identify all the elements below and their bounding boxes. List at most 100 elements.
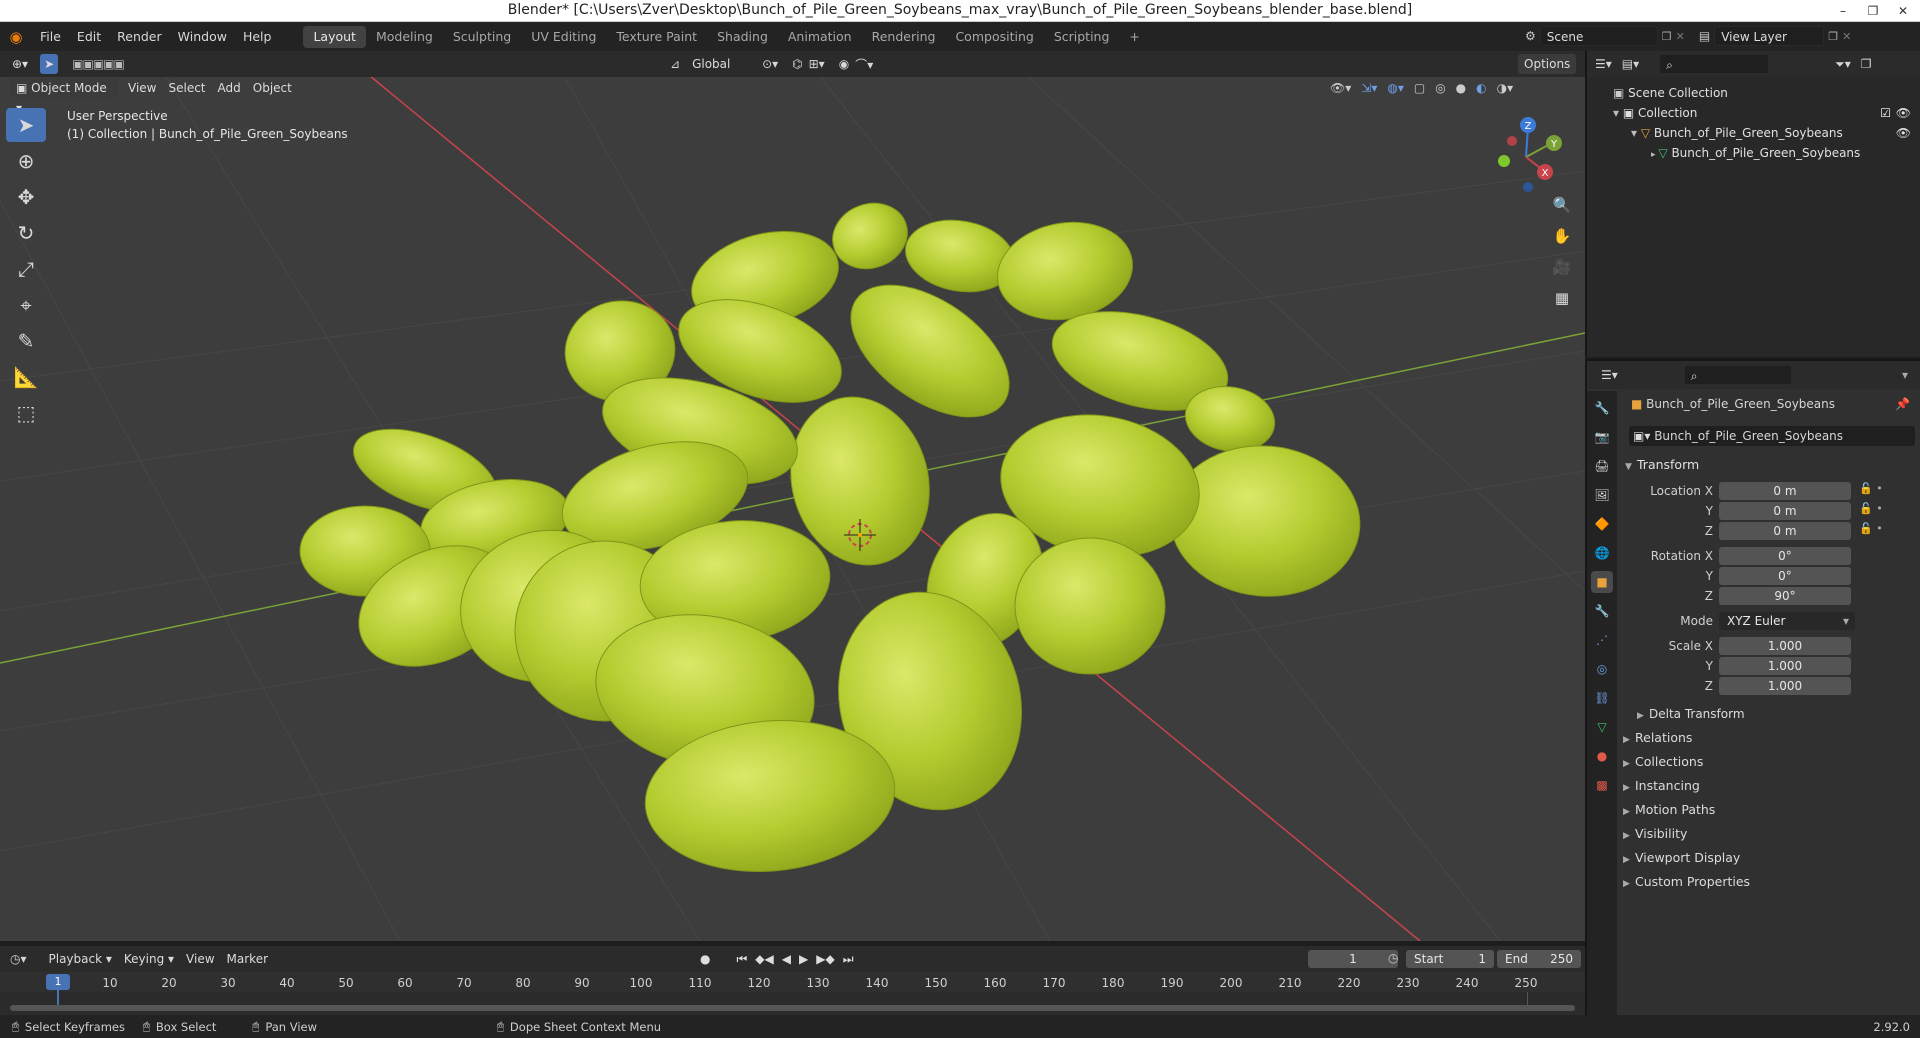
tool-tab-icon[interactable]: 🔧 bbox=[1591, 397, 1613, 419]
editor-type-icon[interactable]: ⊕▾ bbox=[6, 54, 34, 74]
output-tab-icon[interactable]: 🖨 bbox=[1591, 455, 1613, 477]
menu-object[interactable]: Object bbox=[247, 78, 298, 98]
tab-layout[interactable]: Layout bbox=[303, 25, 366, 48]
snap-target-icon[interactable]: ⊞▾ bbox=[809, 57, 825, 71]
view-layer-icon[interactable]: ▤ bbox=[1699, 29, 1710, 43]
minimize-button[interactable]: – bbox=[1828, 0, 1858, 22]
menu-timeline-view[interactable]: View bbox=[180, 949, 220, 969]
material-shading-icon[interactable]: ◐ bbox=[1476, 81, 1486, 95]
constraints-tab-icon[interactable]: ⛓ bbox=[1591, 687, 1613, 709]
tab-texture-paint[interactable]: Texture Paint bbox=[606, 26, 707, 48]
menu-view[interactable]: View bbox=[122, 78, 162, 98]
material-tab-icon[interactable]: ● bbox=[1591, 745, 1613, 767]
visibility-icon[interactable]: 👁▾ bbox=[1330, 81, 1351, 95]
annotate-tool-icon[interactable]: ✎ bbox=[6, 324, 46, 358]
lock-icon[interactable]: 🔓 • bbox=[1859, 482, 1883, 500]
cursor-tool-icon[interactable]: ⊕ bbox=[6, 144, 46, 178]
timeline-editor-icon[interactable]: ◷▾ bbox=[10, 952, 27, 966]
transform-tool-icon[interactable]: ⌖ bbox=[6, 288, 46, 322]
transform-orientation-dropdown[interactable]: Global bbox=[686, 54, 756, 74]
falloff-icon[interactable]: ⌒▾ bbox=[855, 56, 873, 73]
relations-section[interactable]: ▶ Relations bbox=[1623, 727, 1692, 749]
pan-hand-icon[interactable]: ✋ bbox=[1548, 222, 1576, 250]
selection-mode-icons[interactable]: ▣▣▣▣▣ bbox=[66, 54, 130, 74]
playhead-marker[interactable]: 1 bbox=[46, 974, 70, 990]
outliner-search-input[interactable]: ⌕ bbox=[1659, 54, 1770, 74]
object-name-input[interactable]: Bunch_of_Pile_Green_Soybeans bbox=[1654, 429, 1843, 443]
custom-properties-section[interactable]: ▶ Custom Properties bbox=[1623, 871, 1750, 893]
start-frame-field[interactable]: Start 1 bbox=[1406, 950, 1494, 968]
add-cube-tool-icon[interactable]: ⬚ bbox=[6, 396, 46, 430]
scene-close-icon[interactable]: ✕ bbox=[1676, 30, 1685, 43]
instancing-section[interactable]: ▶ Instancing bbox=[1623, 775, 1700, 797]
tab-sculpting[interactable]: Sculpting bbox=[443, 26, 521, 48]
visibility-section[interactable]: ▶ Visibility bbox=[1623, 823, 1687, 845]
viewport-display-section[interactable]: ▶ Viewport Display bbox=[1623, 847, 1740, 869]
3d-viewport[interactable]: ⊕▾ ➤ ▣▣▣▣▣ ⊿ Global ⊙▾ ⌬ ⊞▾ ◉ ⌒▾ Options… bbox=[0, 51, 1585, 941]
properties-search-input[interactable]: ⌕ bbox=[1683, 365, 1792, 385]
jump-start-icon[interactable]: ⏮ bbox=[736, 952, 747, 967]
measure-tool-icon[interactable]: 📐 bbox=[6, 360, 46, 394]
physics-tab-icon[interactable]: ◎ bbox=[1591, 658, 1613, 680]
particles-tab-icon[interactable]: ⋰ bbox=[1591, 629, 1613, 651]
menu-edit[interactable]: Edit bbox=[69, 26, 109, 48]
transform-section-header[interactable]: ▼ Transform bbox=[1625, 454, 1699, 476]
menu-help[interactable]: Help bbox=[235, 26, 280, 48]
lock-icon[interactable]: 🔓 • bbox=[1859, 502, 1883, 520]
rotation-x-field[interactable]: 0° bbox=[1719, 547, 1851, 565]
tab-rendering[interactable]: Rendering bbox=[862, 26, 946, 48]
navigation-gizmo[interactable]: Z Y X bbox=[1490, 113, 1562, 193]
orientation-icon[interactable]: ⊿ bbox=[670, 57, 680, 71]
rotation-y-field[interactable]: 0° bbox=[1719, 567, 1851, 585]
blender-logo-icon[interactable]: ◉ bbox=[0, 28, 32, 46]
timeline-scrollbar[interactable] bbox=[10, 1005, 1575, 1011]
menu-window[interactable]: Window bbox=[170, 26, 235, 48]
timeline-area[interactable]: 1 10 20 30 40 50 60 70 80 90 100 110 120… bbox=[0, 972, 1585, 1015]
lock-icon[interactable]: 🔓 • bbox=[1859, 522, 1883, 540]
view-layer-tab-icon[interactable]: 🖼 bbox=[1591, 484, 1613, 506]
solid-shading-icon[interactable]: ● bbox=[1456, 81, 1466, 95]
camera-view-icon[interactable]: 🎥 bbox=[1548, 253, 1576, 281]
scale-y-field[interactable]: 1.000 bbox=[1719, 657, 1851, 675]
data-tab-icon[interactable]: ▽ bbox=[1591, 716, 1613, 738]
rotation-z-field[interactable]: 90° bbox=[1719, 587, 1851, 605]
motion-paths-section[interactable]: ▶ Motion Paths bbox=[1623, 799, 1715, 821]
scene-selector[interactable]: Scene bbox=[1539, 26, 1658, 46]
object-tab-icon[interactable]: ■ bbox=[1591, 571, 1613, 593]
tab-compositing[interactable]: Compositing bbox=[945, 26, 1043, 48]
eye-icon[interactable]: 👁 bbox=[1896, 103, 1911, 123]
panel-options-icon[interactable]: ▾ bbox=[1902, 368, 1908, 382]
next-keyframe-icon[interactable]: ▶◆ bbox=[816, 952, 834, 967]
menu-keying[interactable]: Keying ▾ bbox=[118, 949, 180, 969]
scale-z-field[interactable]: 1.000 bbox=[1719, 677, 1851, 695]
menu-marker[interactable]: Marker bbox=[221, 949, 274, 969]
wireframe-shading-icon[interactable]: ◎ bbox=[1435, 81, 1445, 95]
ortho-grid-icon[interactable]: ▦ bbox=[1548, 284, 1576, 312]
scene-icon[interactable]: ⚙ bbox=[1525, 29, 1536, 43]
view-layer-copy-icon[interactable]: ❐ bbox=[1828, 30, 1838, 43]
scene-copy-icon[interactable]: ❐ bbox=[1662, 30, 1672, 43]
clock-icon[interactable]: ◷ bbox=[1388, 951, 1398, 965]
tab-modeling[interactable]: Modeling bbox=[366, 26, 443, 48]
restore-button[interactable]: ❐ bbox=[1858, 0, 1888, 22]
gizmo-toggle-icon[interactable]: ⇲▾ bbox=[1361, 81, 1377, 95]
tab-uv-editing[interactable]: UV Editing bbox=[521, 26, 606, 48]
move-tool-icon[interactable]: ✥ bbox=[6, 180, 46, 214]
rotation-mode-dropdown[interactable]: XYZ Euler ▾ bbox=[1719, 612, 1855, 630]
jump-end-icon[interactable]: ⏭ bbox=[843, 952, 854, 967]
menu-add[interactable]: Add bbox=[212, 78, 247, 98]
add-workspace-button[interactable]: + bbox=[1119, 26, 1149, 48]
render-tab-icon[interactable]: 📷 bbox=[1591, 426, 1613, 448]
snap-icon[interactable]: ⌬ bbox=[792, 57, 802, 71]
location-x-field[interactable]: 0 m bbox=[1719, 482, 1851, 500]
overlay-toggle-icon[interactable]: ◍▾ bbox=[1387, 81, 1404, 95]
outliner-scene-collection[interactable]: ▣ Scene Collection bbox=[1613, 83, 1728, 103]
zoom-icon[interactable]: 🔍 bbox=[1548, 191, 1576, 219]
eye-icon[interactable]: 👁 bbox=[1896, 123, 1911, 143]
checkbox-icon[interactable]: ☑ bbox=[1880, 103, 1891, 123]
axis-gizmo-icon[interactable]: Z Y X bbox=[1490, 113, 1570, 193]
display-mode-icon[interactable]: ▤▾ bbox=[1622, 57, 1639, 71]
close-button[interactable]: ✕ bbox=[1888, 0, 1918, 22]
outliner-mesh-data[interactable]: ▸ ▽ Bunch_of_Pile_Green_Soybeans bbox=[1651, 143, 1860, 163]
world-tab-icon[interactable]: 🌐 bbox=[1591, 542, 1613, 564]
